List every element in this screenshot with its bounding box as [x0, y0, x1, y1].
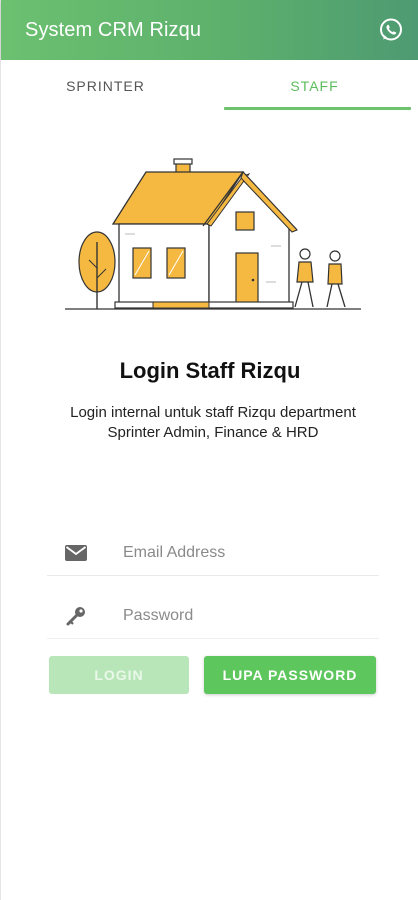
- password-field-row: [47, 593, 379, 639]
- whatsapp-icon[interactable]: [377, 16, 405, 44]
- key-icon: [47, 605, 105, 627]
- password-input[interactable]: [105, 606, 379, 625]
- tab-staff[interactable]: STAFF: [210, 60, 418, 112]
- app-title: System CRM Rizqu: [25, 18, 202, 41]
- house-illustration: [61, 150, 367, 320]
- login-button[interactable]: LOGIN: [49, 656, 189, 694]
- tab-sprinter[interactable]: SPRINTER: [1, 60, 210, 112]
- app-screen: System CRM Rizqu SPRINTER STAFF Login St…: [0, 0, 418, 900]
- forgot-password-button[interactable]: LUPA PASSWORD: [204, 656, 376, 694]
- tab-bar: SPRINTER STAFF: [1, 60, 418, 112]
- email-field-row: [47, 530, 379, 576]
- envelope-icon: [47, 544, 105, 561]
- login-description: Login internal untuk staff Rizqu departm…: [70, 404, 356, 441]
- email-input[interactable]: [105, 543, 379, 562]
- app-bar: System CRM Rizqu: [1, 0, 418, 60]
- login-heading: Login Staff Rizqu: [119, 358, 301, 383]
